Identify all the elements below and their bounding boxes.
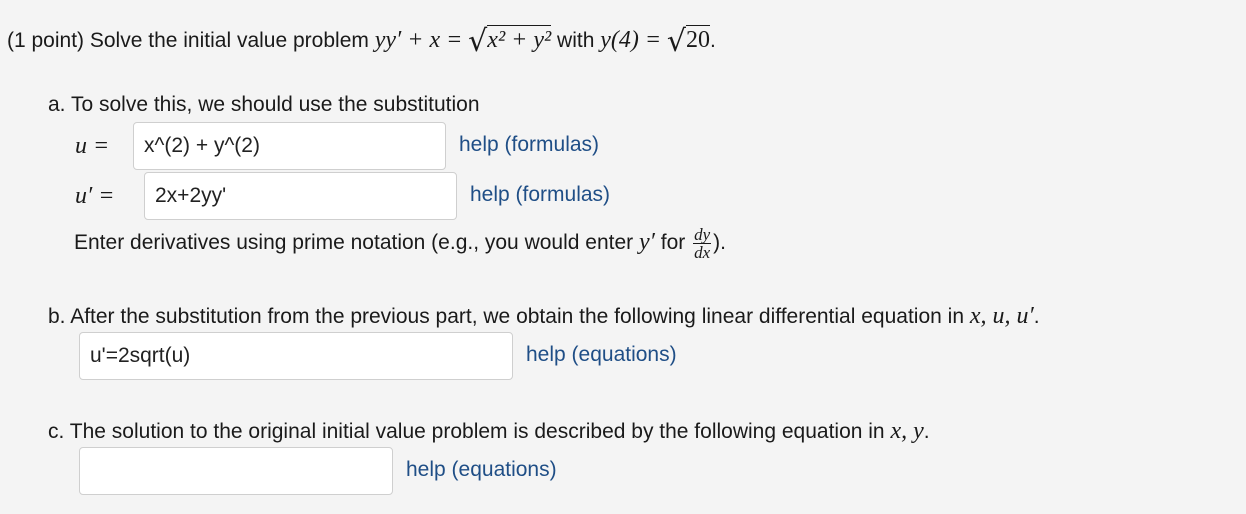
- u-label: u =: [75, 133, 110, 159]
- uprime-input[interactable]: [144, 172, 457, 220]
- problem-prefix: (1 point) Solve the initial value proble…: [7, 29, 369, 52]
- part-b-text: b. After the substitution from the previ…: [48, 305, 964, 328]
- initial-condition: y(4) =: [600, 27, 662, 53]
- note-prefix: Enter derivatives using prime notation (…: [74, 231, 634, 255]
- part-b-help-link[interactable]: help (equations): [526, 343, 677, 367]
- part-c-vars: x, y: [890, 418, 924, 444]
- part-c-intro: c. The solution to the original initial …: [48, 418, 930, 445]
- ode-lhs: yy′ + x =: [374, 27, 463, 53]
- fraction-numerator: dy: [693, 225, 712, 244]
- fraction-denominator: dx: [694, 243, 711, 262]
- part-c-text: c. The solution to the original initial …: [48, 420, 885, 443]
- ode-rhs-sqrt: √x² + y²: [468, 24, 552, 59]
- part-b-period: .: [1033, 305, 1040, 328]
- part-b-intro: b. After the substitution from the previ…: [48, 303, 1040, 330]
- part-c-answer-input[interactable]: [79, 447, 393, 495]
- note-suffix: ).: [713, 231, 726, 255]
- part-c-period: .: [923, 420, 930, 443]
- u-input[interactable]: [133, 122, 446, 170]
- ode-radicand: x² + y²: [487, 25, 552, 53]
- uprime-help-link[interactable]: help (formulas): [470, 183, 610, 207]
- derivative-note: Enter derivatives using prime notation (…: [74, 226, 726, 261]
- part-b-vars: x, u, u′: [969, 303, 1034, 329]
- condition-sqrt: √20: [666, 24, 711, 59]
- condition-radicand: 20: [686, 25, 711, 53]
- part-b-answer-input[interactable]: [79, 332, 513, 380]
- sqrt-symbol: √: [666, 24, 687, 59]
- dy-dx-fraction: dy dx: [693, 225, 712, 262]
- part-c-help-link[interactable]: help (equations): [406, 458, 557, 482]
- u-help-link[interactable]: help (formulas): [459, 133, 599, 157]
- part-a-intro: a. To solve this, we should use the subs…: [48, 93, 480, 116]
- note-for: for: [660, 231, 686, 255]
- problem-statement: (1 point) Solve the initial value proble…: [7, 24, 716, 59]
- uprime-label: u′ =: [75, 183, 115, 209]
- note-yprime: y′: [638, 229, 655, 256]
- problem-period: .: [710, 29, 716, 52]
- sqrt-symbol: √: [468, 24, 488, 59]
- with-word: with: [557, 29, 595, 52]
